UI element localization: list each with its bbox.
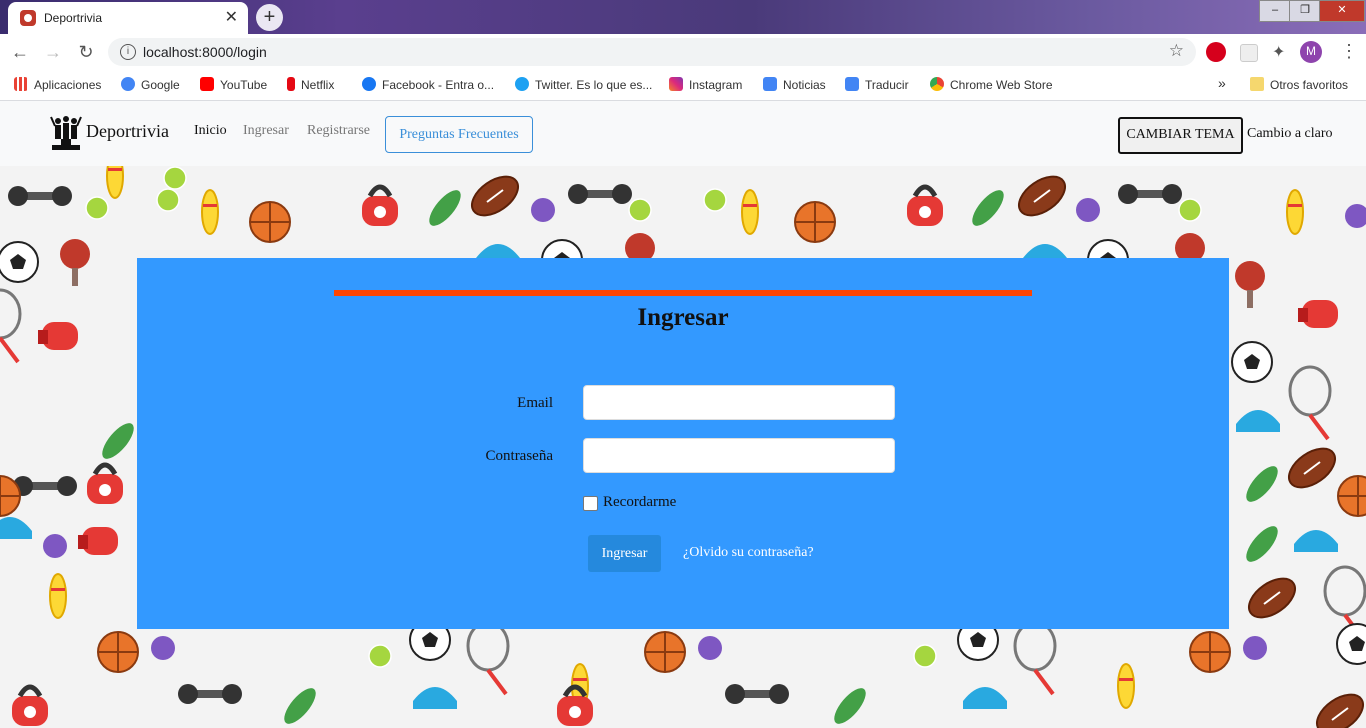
tab-title: Deportrivia (44, 11, 103, 25)
trophy-people-logo-icon (50, 116, 82, 150)
extensions-puzzle-icon[interactable]: ✦ (1272, 42, 1292, 62)
apps-grid-icon (14, 77, 28, 91)
browser-tab-active[interactable]: Deportrivia ✕ (8, 2, 248, 34)
bookmark-star-icon[interactable]: ☆ (1169, 41, 1184, 61)
email-field[interactable] (583, 385, 895, 420)
title-accent-line (334, 290, 1032, 296)
maximize-window-button[interactable]: ❐ (1289, 0, 1321, 22)
browser-menu-icon[interactable]: ⋮ (1340, 41, 1358, 62)
bookmark-apps[interactable]: Aplicaciones (14, 77, 101, 92)
translate-icon (845, 77, 859, 91)
nav-link-registrarse[interactable]: Registrarse (307, 123, 370, 139)
new-tab-button[interactable]: + (256, 4, 283, 31)
instagram-icon (669, 77, 683, 91)
bookmark-facebook[interactable]: Facebook - Entra o... (362, 77, 494, 92)
site-info-icon[interactable]: i (120, 44, 136, 60)
youtube-icon (200, 77, 214, 91)
netflix-icon (287, 77, 295, 91)
news-icon (763, 77, 777, 91)
tab-close-icon[interactable]: ✕ (225, 7, 238, 27)
nav-link-ingresar[interactable]: Ingresar (243, 123, 289, 139)
site-brand[interactable]: Deportrivia (50, 115, 169, 151)
bookmark-youtube[interactable]: YouTube (200, 77, 267, 92)
bookmarks-overflow-button[interactable]: » (1218, 75, 1226, 91)
other-bookmarks-folder[interactable]: Otros favoritos (1250, 77, 1348, 92)
minimize-window-button[interactable]: – (1259, 0, 1291, 22)
bookmarks-bar: Aplicaciones Google YouTube Netflix Face… (0, 70, 1366, 101)
site-navbar: Deportrivia Inicio Ingresar Registrarse … (0, 101, 1366, 166)
extension-icon[interactable] (1240, 44, 1258, 62)
twitter-icon (515, 77, 529, 91)
faq-button[interactable]: Preguntas Frecuentes (385, 116, 533, 153)
bookmark-instagram[interactable]: Instagram (669, 77, 742, 92)
site-favicon-icon (20, 10, 36, 26)
remember-me-label[interactable]: Recordarme (603, 494, 676, 511)
bookmark-traducir[interactable]: Traducir (845, 77, 909, 92)
brand-name: Deportrivia (86, 121, 169, 142)
theme-status-label: Cambio a claro (1247, 126, 1333, 141)
bookmark-google[interactable]: Google (121, 77, 180, 92)
nav-link-inicio[interactable]: Inicio (194, 123, 227, 139)
back-arrow-icon[interactable]: ← (10, 42, 30, 63)
remember-me-checkbox[interactable] (583, 496, 598, 511)
webstore-icon (930, 77, 944, 91)
address-bar-url[interactable]: localhost:8000/login (143, 44, 267, 60)
browser-toolbar: ← → ↻ i localhost:8000/login ☆ ✦ M ⋮ (0, 34, 1366, 70)
forgot-password-link[interactable]: ¿Olvido su contraseña? (683, 545, 814, 561)
login-submit-button[interactable]: Ingresar (588, 535, 661, 572)
bookmark-noticias[interactable]: Noticias (763, 77, 826, 92)
facebook-icon (362, 77, 376, 91)
login-title: Ingresar (637, 304, 729, 331)
reload-icon[interactable]: ↻ (76, 42, 96, 63)
profile-avatar[interactable]: M (1300, 41, 1322, 63)
password-field[interactable] (583, 438, 895, 473)
browser-tab-strip: Deportrivia ✕ + – ❐ ✕ (0, 0, 1366, 34)
google-icon (121, 77, 135, 91)
address-bar[interactable]: i localhost:8000/login ☆ (108, 38, 1196, 66)
bookmark-webstore[interactable]: Chrome Web Store (930, 77, 1053, 92)
forward-arrow-icon[interactable]: → (43, 42, 63, 63)
bookmark-netflix[interactable]: Netflix (287, 77, 334, 92)
adblock-extension-icon[interactable] (1206, 42, 1226, 62)
change-theme-button[interactable]: CAMBIAR TEMA (1118, 117, 1243, 154)
folder-icon (1250, 77, 1264, 91)
password-label: Contraseña (485, 448, 553, 464)
close-window-button[interactable]: ✕ (1319, 0, 1365, 22)
bookmark-twitter[interactable]: Twitter. Es lo que es... (515, 77, 652, 92)
email-label: Email (517, 395, 553, 411)
